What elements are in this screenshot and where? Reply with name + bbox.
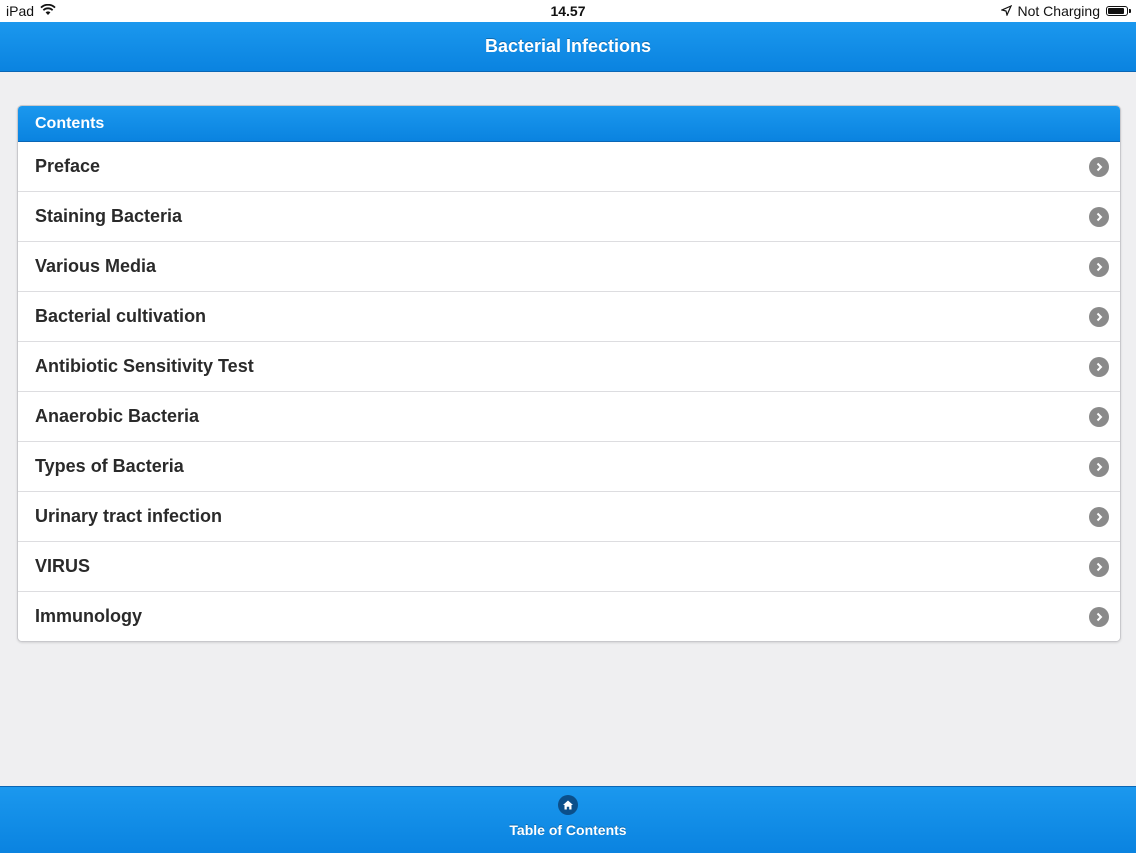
list-item-label: Immunology bbox=[35, 606, 142, 626]
chevron-right-icon bbox=[1089, 406, 1109, 427]
chevron-right-icon bbox=[1089, 606, 1109, 627]
list-item-label: Bacterial cultivation bbox=[35, 306, 207, 326]
battery-icon bbox=[1106, 6, 1131, 16]
location-arrow-icon bbox=[999, 3, 1012, 19]
home-icon bbox=[558, 795, 578, 815]
contents-header: Contents bbox=[18, 106, 1120, 142]
list-item-bacterial-cultivation[interactable]: Bacterial cultivation bbox=[18, 291, 1120, 341]
list-item-label: Preface bbox=[35, 156, 101, 176]
list-item-anaerobic-bacteria[interactable]: Anaerobic Bacteria bbox=[18, 391, 1120, 441]
list-item-label: Antibiotic Sensitivity Test bbox=[35, 356, 254, 376]
list-item-label: Anaerobic Bacteria bbox=[35, 406, 200, 426]
list-item-various-media[interactable]: Various Media bbox=[18, 241, 1120, 291]
list-item-label: Staining Bacteria bbox=[35, 206, 183, 226]
list-item-types-of-bacteria[interactable]: Types of Bacteria bbox=[18, 441, 1120, 491]
tab-bar: Table of Contents bbox=[0, 786, 1136, 853]
tab-table-of-contents[interactable]: Table of Contents bbox=[0, 787, 1136, 853]
status-time: 14.57 bbox=[550, 3, 586, 19]
list-item-urinary-tract-infection[interactable]: Urinary tract infection bbox=[18, 491, 1120, 541]
list-item-label: VIRUS bbox=[35, 556, 91, 576]
list-item-label: Types of Bacteria bbox=[35, 456, 184, 476]
list-item-preface[interactable]: Preface bbox=[18, 142, 1120, 191]
chevron-right-icon bbox=[1089, 356, 1109, 377]
list-item-label: Various Media bbox=[35, 256, 157, 276]
status-right: Not Charging bbox=[999, 3, 1131, 19]
list-item-immunology[interactable]: Immunology bbox=[18, 591, 1120, 641]
chevron-right-icon bbox=[1089, 556, 1109, 577]
tab-label: Table of Contents bbox=[509, 822, 627, 838]
navigation-bar: Bacterial Infections bbox=[0, 22, 1136, 72]
page-title: Bacterial Infections bbox=[484, 36, 652, 56]
chevron-right-icon bbox=[1089, 506, 1109, 527]
chevron-right-icon bbox=[1089, 306, 1109, 327]
list-item-label: Urinary tract infection bbox=[35, 506, 223, 526]
list-item-staining-bacteria[interactable]: Staining Bacteria bbox=[18, 191, 1120, 241]
chevron-right-icon bbox=[1089, 156, 1109, 177]
status-bar: iPad 14.57 Not Charging bbox=[0, 0, 1136, 22]
contents-panel: Contents Preface Staining Bacteria Vario… bbox=[17, 105, 1121, 642]
list-item-virus[interactable]: VIRUS bbox=[18, 541, 1120, 591]
chevron-right-icon bbox=[1089, 456, 1109, 477]
chevron-right-icon bbox=[1089, 256, 1109, 277]
charging-status: Not Charging bbox=[1017, 3, 1101, 19]
list-item-antibiotic-sensitivity-test[interactable]: Antibiotic Sensitivity Test bbox=[18, 341, 1120, 391]
chevron-right-icon bbox=[1089, 206, 1109, 227]
battery-fill bbox=[1108, 8, 1124, 14]
contents-list: Preface Staining Bacteria Various Media … bbox=[18, 142, 1120, 641]
